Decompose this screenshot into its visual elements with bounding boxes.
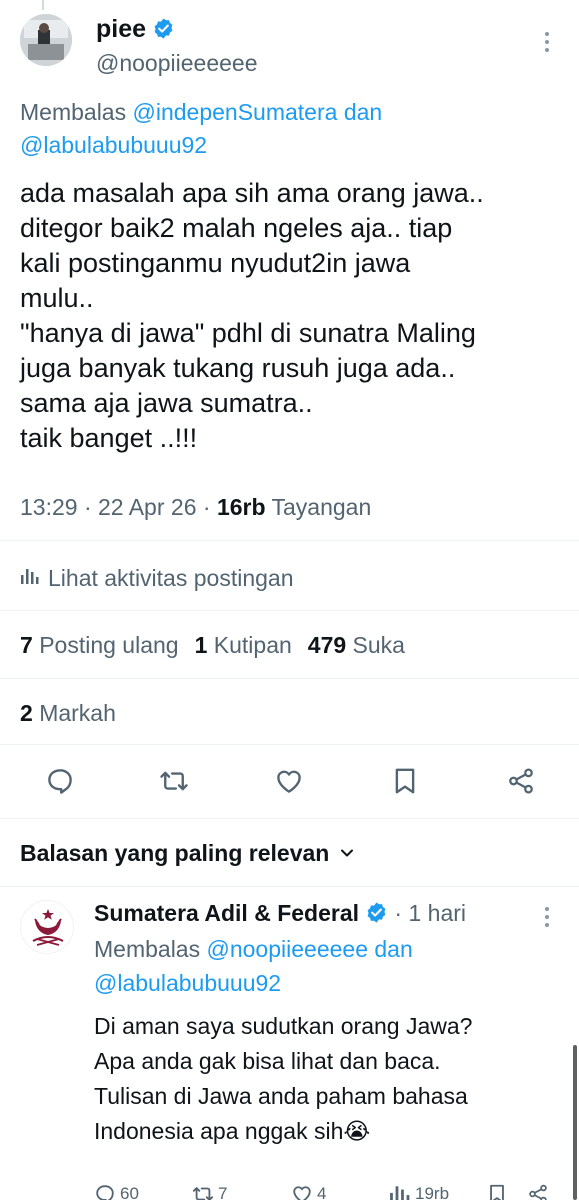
reposts-label: Posting ulang (39, 632, 179, 658)
like-button[interactable] (272, 764, 306, 798)
likes-stat[interactable]: 479 Suka (308, 632, 405, 658)
bookmark-icon (490, 1184, 504, 1200)
quotes-label: Kutipan (213, 632, 292, 658)
quotes-stat[interactable]: 1 Kutipan (195, 632, 292, 658)
reply-icon (96, 1185, 114, 1200)
reply-views-count: 19rb (415, 1184, 450, 1200)
mention-link[interactable]: @indepenSumatera (133, 99, 338, 125)
replies-sort-label[interactable]: Balasan yang paling relevan (20, 840, 329, 867)
bookmark-icon (395, 768, 415, 794)
bookmark-button[interactable] (388, 764, 422, 798)
replying-to-label: Membalas (20, 99, 127, 125)
engagement-stats: 7 Posting ulang 1 Kutipan 479 Suka (20, 632, 405, 659)
emblem-icon (21, 909, 73, 953)
more-icon[interactable] (541, 30, 553, 58)
reply-text: Di aman saya sudutkan orang Jawa? Apa an… (94, 1013, 473, 1144)
reposts-stat[interactable]: 7 Posting ulang (20, 632, 179, 658)
reposts-count: 7 (20, 632, 33, 658)
activity-label[interactable]: Lihat aktivitas postingan (48, 565, 294, 592)
share-icon (509, 768, 533, 794)
divider (0, 610, 579, 611)
divider (0, 886, 579, 887)
reply-icon (48, 769, 72, 794)
replying-to-label: Membalas (94, 936, 201, 962)
replying-to: Membalas @indepenSumatera dan @labulabub… (20, 96, 540, 162)
views-count: 16rb (216, 494, 266, 520)
post-activity-link[interactable]: Lihat aktivitas postingan (20, 565, 294, 592)
verified-badge-icon (152, 17, 175, 40)
scrollbar[interactable] (573, 1045, 577, 1200)
reply-reposts-count: 7 (218, 1184, 228, 1200)
like-icon (293, 1186, 311, 1200)
chart-icon (20, 565, 40, 592)
repost-button[interactable] (157, 764, 191, 798)
chevron-down-icon (339, 840, 355, 867)
author-handle[interactable]: @noopiieeeeee (96, 50, 257, 77)
divider (0, 818, 579, 819)
repost-icon (160, 771, 188, 791)
divider (0, 678, 579, 679)
reply-bookmark-button[interactable] (486, 1183, 508, 1200)
quotes-count: 1 (194, 632, 208, 658)
mention-link[interactable]: @labulabubuuu92 (94, 970, 281, 996)
replying-to: Membalas @noopiieeeeee dan @labulabubuuu… (94, 932, 544, 1000)
mention-and: dan (374, 936, 413, 962)
reply-views-button[interactable]: 19rb (389, 1183, 449, 1200)
verified-badge-icon (365, 901, 388, 924)
reply-separator: · (394, 900, 409, 926)
reply-author-name[interactable]: Sumatera Adil & Federal (94, 900, 359, 926)
mention-link[interactable]: @noopiieeeeee (207, 936, 368, 962)
avatar[interactable] (20, 900, 74, 954)
mention-and: dan (343, 99, 383, 125)
tweet-text: ada masalah apa sih ama orang jawa.. dit… (20, 178, 484, 453)
replies-sort-dropdown[interactable]: Balasan yang paling relevan (20, 840, 355, 867)
reply-replies-count: 60 (120, 1184, 139, 1200)
reply-share-button[interactable] (527, 1183, 549, 1200)
reply-button[interactable] (43, 764, 77, 798)
divider (0, 540, 579, 541)
reply-header: Sumatera Adil & Federal · 1 hari (94, 900, 466, 927)
views-label: Tayangan (271, 494, 372, 520)
bookmarks-label: Markah (39, 700, 116, 726)
reply-like-button[interactable]: 4 (291, 1183, 326, 1200)
bookmarks-count: 2 (20, 700, 33, 726)
like-icon (277, 770, 301, 793)
likes-count: 479 (307, 632, 347, 658)
tweet-date[interactable]: 22 Apr 26 (98, 494, 196, 520)
tweet-time[interactable]: 13:29 (20, 494, 78, 520)
more-icon[interactable] (541, 905, 553, 934)
mention-link[interactable]: @labulabubuuu92 (20, 132, 207, 158)
share-button[interactable] (504, 764, 538, 798)
reply-replies-button[interactable]: 60 (94, 1183, 139, 1200)
share-icon (529, 1184, 547, 1200)
likes-label: Suka (352, 632, 405, 658)
thread-line (42, 0, 44, 10)
reply-time[interactable]: 1 hari (408, 900, 466, 926)
author-name[interactable]: piee (96, 15, 146, 43)
bookmarks-stat[interactable]: 2 Markah (20, 700, 116, 727)
divider (0, 744, 579, 745)
repost-icon (192, 1187, 214, 1200)
tweet-meta: 13:29 · 22 Apr 26 · 16rb Tayangan (20, 494, 372, 520)
chart-icon (390, 1186, 410, 1200)
author-name-row[interactable]: piee (96, 15, 175, 44)
avatar[interactable] (20, 14, 72, 66)
reply-repost-button[interactable]: 7 (192, 1183, 227, 1200)
reply-likes-count: 4 (317, 1184, 327, 1200)
